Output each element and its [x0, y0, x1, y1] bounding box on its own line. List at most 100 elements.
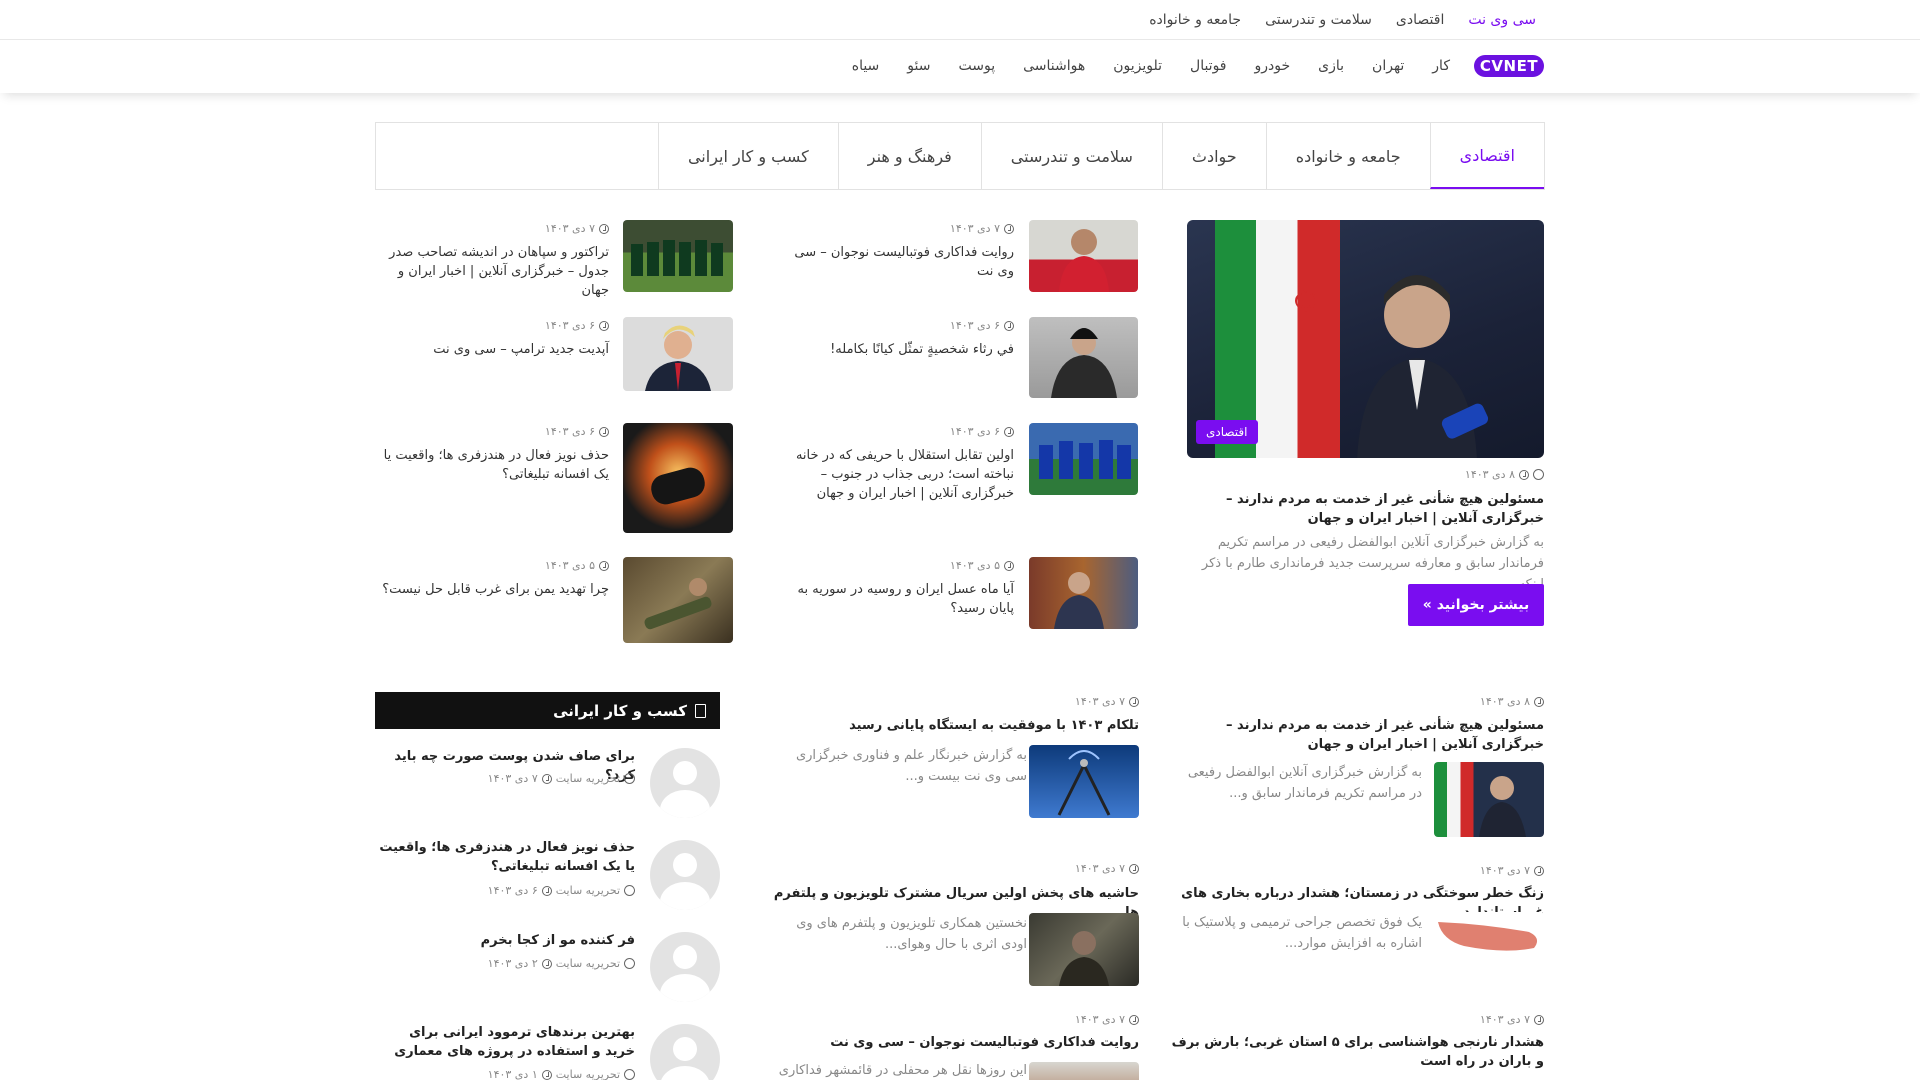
tab-business[interactable]: کسب و کار ایرانی — [657, 123, 838, 189]
top-links: سی وی نت اقتصادی سلامت و تندرستی جامعه و… — [1149, 0, 1536, 40]
news-date: ۷ دی ۱۴۰۳ — [1479, 864, 1530, 877]
featured-meta: ۸ دی ۱۴۰۳ — [1465, 468, 1544, 481]
news-title[interactable]: آپدیت جدید ترامپ – سی وی نت — [374, 340, 609, 359]
author-name: تحریریه سایت — [555, 884, 620, 897]
author-icon — [624, 958, 635, 969]
news-date: ۶ دی ۱۴۰۳ — [544, 319, 595, 332]
clock-icon — [1519, 469, 1529, 480]
clock-icon — [1534, 696, 1544, 707]
news-thumb[interactable] — [623, 317, 733, 391]
clock-icon — [599, 320, 609, 331]
author-icon — [624, 1069, 635, 1080]
author-icon — [1533, 469, 1544, 480]
news-date: ۵ دی ۱۴۰۳ — [949, 559, 1000, 572]
site-logo[interactable]: CVNET — [1474, 55, 1544, 77]
news-thumb[interactable] — [1029, 220, 1138, 292]
news-thumb[interactable] — [1029, 1062, 1139, 1080]
top-link-family[interactable]: جامعه و خانواده — [1149, 12, 1241, 28]
news-meta: ۷ دی ۱۴۰۳ — [1480, 1013, 1544, 1026]
news-meta: ۶ دی ۱۴۰۳ — [950, 425, 1014, 438]
news-date: ۶ دی ۱۴۰۳ — [949, 425, 1000, 438]
news-title[interactable]: آیا ماه عسل ایران و روسیه در سوریه به پا… — [774, 580, 1015, 618]
clock-icon — [1129, 696, 1139, 707]
news-title[interactable]: في رثاء شخصيةٍ تمثّل كيانًا بكامله! — [774, 340, 1014, 359]
news-meta: ۶ دی ۱۴۰۳ — [950, 319, 1014, 332]
news-thumb[interactable] — [1029, 557, 1138, 629]
news-meta: ۶ دی ۱۴۰۳ — [545, 319, 609, 332]
news-thumb[interactable] — [1029, 423, 1138, 495]
news-title[interactable]: اولین تقابل استقلال با حریفی که در خانه … — [774, 446, 1014, 503]
avatar[interactable] — [650, 932, 720, 1002]
nav-item-kar[interactable]: کار — [1432, 58, 1450, 74]
news-meta: ۷ دی ۱۴۰۳ — [1075, 862, 1139, 875]
news-thumb[interactable] — [1434, 912, 1544, 958]
news-title[interactable]: چرا تهدید یمن برای غرب قابل حل نیست؟ — [374, 580, 609, 599]
clock-icon — [1004, 223, 1014, 234]
news-meta: ۷ دی ۱۴۰۳ — [1480, 864, 1544, 877]
news-meta: ۵ دی ۱۴۰۳ — [950, 559, 1014, 572]
clock-icon — [541, 773, 552, 784]
author-name: تحریریه سایت — [555, 1068, 620, 1080]
clock-icon — [1534, 865, 1544, 876]
news-thumb[interactable] — [623, 220, 733, 292]
news-thumb[interactable] — [1029, 317, 1138, 398]
news-excerpt: یک فوق تخصص جراحی ترمیمی و پلاستیک با اش… — [1182, 915, 1422, 951]
news-title[interactable]: هشدار نارنجی هواشناسی برای ۵ استان غربی؛… — [1164, 1033, 1544, 1071]
news-thumb[interactable] — [1434, 762, 1544, 837]
news-meta: ۷ دی ۱۴۰۳ — [1075, 695, 1139, 708]
tab-culture[interactable]: فرهنگ و هنر — [837, 123, 981, 189]
news-thumb[interactable] — [623, 423, 733, 533]
tab-family[interactable]: جامعه و خانواده — [1265, 123, 1430, 189]
tab-economy[interactable]: اقتصادی — [1429, 123, 1544, 189]
nav-item-tehran[interactable]: تهران — [1372, 58, 1404, 74]
tab-incidents[interactable]: حوادث — [1161, 123, 1266, 189]
news-title[interactable]: تلکام ۱۴۰۳ با موفقیت به ایستگاه پایانی ر… — [759, 716, 1139, 735]
news-title[interactable]: مسئولین هیچ شأنی غیر از خدمت به مردم ندا… — [1164, 716, 1544, 754]
top-link-cvnet[interactable]: سی وی نت — [1468, 12, 1536, 28]
avatar[interactable] — [650, 840, 720, 910]
top-link-economy[interactable]: اقتصادی — [1396, 12, 1444, 28]
document-icon — [695, 703, 706, 718]
featured-category-badge[interactable]: اقتصادی — [1196, 420, 1258, 444]
tab-health[interactable]: سلامت و تندرستی — [980, 123, 1162, 189]
avatar[interactable] — [650, 748, 720, 818]
category-tabs: اقتصادی جامعه و خانواده حوادث سلامت و تن… — [375, 122, 1545, 190]
clock-icon — [1004, 426, 1014, 437]
nav-item-skin[interactable]: پوست — [958, 58, 995, 74]
clock-icon — [1129, 1014, 1139, 1025]
news-title[interactable]: روایت فداکاری فوتبالیست نوجوان – سی وی ن… — [759, 1033, 1139, 1052]
news-title[interactable]: روایت فداکاری فوتبالیست نوجوان – سی وی ن… — [774, 243, 1014, 281]
clock-icon — [1534, 1014, 1544, 1025]
read-more-button[interactable]: بیشتر بخوانید » — [1408, 584, 1544, 626]
news-title[interactable]: تراکتور و سپاهان در اندیشه تصاحب صدر جدو… — [374, 243, 609, 300]
nav-item-tv[interactable]: تلویزیون — [1113, 58, 1162, 74]
sidebar-item-meta: تحریریه سایت ۲ دی ۱۴۰۳ — [488, 957, 635, 970]
news-date: ۷ دی ۱۴۰۳ — [544, 222, 595, 235]
nav-item-car[interactable]: خودرو — [1255, 58, 1291, 74]
author-name: تحریریه سایت — [555, 772, 620, 785]
news-meta: ۷ دی ۱۴۰۳ — [1075, 1013, 1139, 1026]
news-date: ۶ دی ۱۴۰۳ — [949, 319, 1000, 332]
news-title[interactable]: حذف نویز فعال در هندزفری ها؛ واقعیت یا ی… — [374, 446, 609, 484]
avatar[interactable] — [650, 1024, 720, 1080]
top-link-health[interactable]: سلامت و تندرستی — [1265, 12, 1372, 28]
news-thumb[interactable] — [1029, 745, 1139, 818]
nav-item-weather[interactable]: هواشناسی — [1023, 58, 1085, 74]
top-bar: سی وی نت اقتصادی سلامت و تندرستی جامعه و… — [0, 0, 1920, 40]
sidebar-item-title[interactable]: بهترین برندهای ترموود ایرانی برای خرید و… — [375, 1023, 635, 1061]
clock-icon — [541, 958, 552, 969]
nav-item-black[interactable]: سیاه — [852, 58, 880, 74]
featured-image[interactable]: ☫ اقتصادی — [1187, 220, 1544, 458]
sidebar-item-title[interactable]: فر کننده مو از کجا بخرم — [375, 931, 635, 950]
nav-item-football[interactable]: فوتبال — [1190, 58, 1226, 74]
news-thumb[interactable] — [1029, 913, 1139, 986]
nav-item-seo[interactable]: سئو — [907, 58, 930, 74]
news-excerpt: این روزها نقل هر محفلی در قائمشهر فداکار… — [778, 1063, 1027, 1078]
news-thumb[interactable] — [623, 557, 733, 643]
sidebar-item-title[interactable]: حذف نویز فعال در هندزفری ها؛ واقعیت یا ی… — [375, 838, 635, 876]
clock-icon — [599, 223, 609, 234]
nav-item-game[interactable]: بازی — [1318, 58, 1344, 74]
news-date: ۱ دی ۱۴۰۳ — [487, 1068, 538, 1080]
featured-title[interactable]: مسئولین هیچ شأنی غیر از خدمت به مردم ندا… — [1187, 490, 1544, 528]
news-meta: ۶ دی ۱۴۰۳ — [545, 425, 609, 438]
